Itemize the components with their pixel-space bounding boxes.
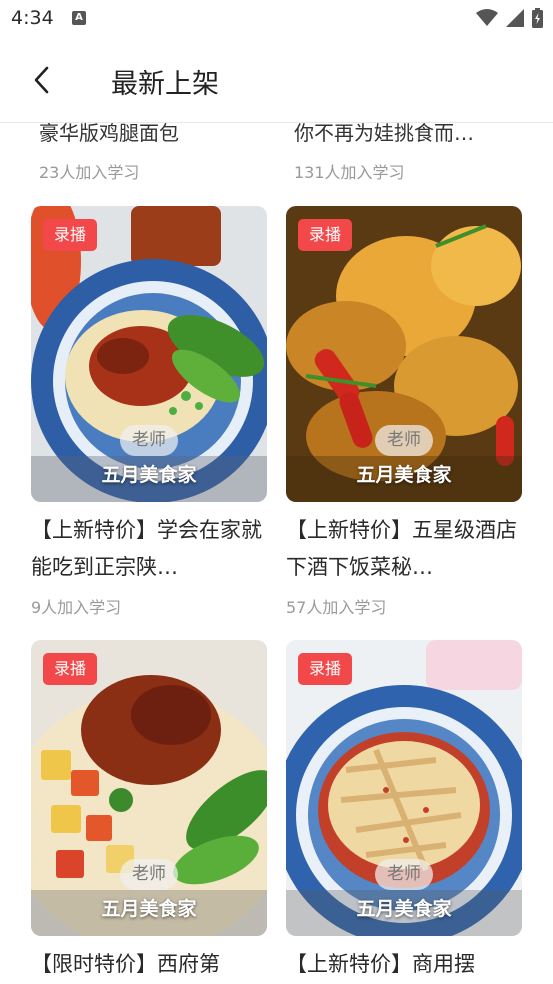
course-thumbnail[interactable]: 录播 老师 五月美食家 xyxy=(286,640,522,936)
course-thumbnail[interactable]: 录播 老师 五月美食家 xyxy=(31,640,267,936)
course-card[interactable]: 录播 老师 五月美食家 【限时特价】西府第 xyxy=(31,640,267,984)
teacher-name: 五月美食家 xyxy=(101,464,197,486)
battery-icon xyxy=(532,8,543,28)
recorded-badge: 录播 xyxy=(298,219,353,251)
recorded-badge: 录播 xyxy=(298,653,353,685)
course-thumbnail[interactable]: 录播 老师 五月美食家 xyxy=(31,206,267,502)
course-title: 【上新特价】商用摆 xyxy=(286,952,475,976)
status-time: 4:34 xyxy=(11,7,54,29)
teacher-tag: 老师 xyxy=(120,425,178,456)
status-icons xyxy=(476,8,543,28)
teacher-name: 五月美食家 xyxy=(101,898,197,920)
course-title: 豪华版鸡腿面包 xyxy=(39,123,179,145)
status-bar: 4:34 A xyxy=(0,0,553,38)
teacher-name: 五月美食家 xyxy=(356,464,452,486)
course-title: 你不再为娃挑食而… xyxy=(294,123,474,145)
course-card[interactable]: 录播 老师 五月美食家 【上新特价】学会在家就能吃到正宗陕… 9人加入学习 xyxy=(31,206,267,618)
teacher-name: 五月美食家 xyxy=(356,898,452,920)
learner-count: 9人加入学习 xyxy=(31,598,122,617)
page-title: 最新上架 xyxy=(111,69,219,100)
course-title: 【限时特价】西府第 xyxy=(31,952,220,976)
recorded-badge: 录播 xyxy=(43,219,98,251)
teacher-tag: 老师 xyxy=(375,425,433,456)
course-title: 【上新特价】五星级酒店下酒下饭菜秘… xyxy=(286,518,517,579)
a-notification-icon: A xyxy=(72,11,86,25)
recorded-badge: 录播 xyxy=(43,653,98,685)
course-list[interactable]: 豪华版鸡腿面包 23人加入学习 你不再为娃挑食而… 131人加入学习 录播 老师… xyxy=(0,123,553,984)
back-button[interactable] xyxy=(26,62,56,98)
course-title: 【上新特价】学会在家就能吃到正宗陕… xyxy=(31,518,262,579)
signal-icon xyxy=(506,9,524,27)
teacher-tag: 老师 xyxy=(120,859,178,890)
teacher-tag: 老师 xyxy=(375,859,433,890)
course-thumbnail[interactable]: 录播 老师 五月美食家 xyxy=(286,206,522,502)
learner-count: 23人加入学习 xyxy=(39,163,140,182)
course-card[interactable]: 录播 老师 五月美食家 【上新特价】商用摆 xyxy=(286,640,522,984)
wifi-icon xyxy=(476,9,498,26)
chevron-left-icon xyxy=(34,66,49,94)
course-card[interactable]: 录播 老师 五月美食家 【上新特价】五星级酒店下酒下饭菜秘… 57人加入学习 xyxy=(286,206,522,618)
learner-count: 131人加入学习 xyxy=(294,163,405,182)
learner-count: 57人加入学习 xyxy=(286,598,387,617)
top-app-bar: 最新上架 xyxy=(0,38,553,123)
